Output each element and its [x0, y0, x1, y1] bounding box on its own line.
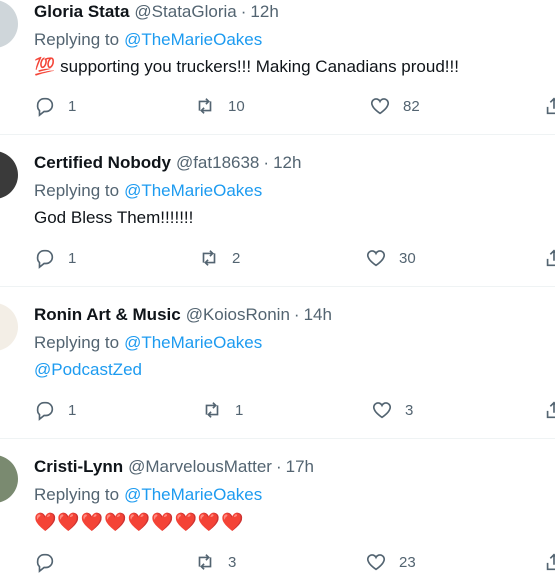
separator: · — [263, 153, 270, 172]
tweet-body: God Bless Them!!!!!!! — [34, 208, 194, 227]
retweet-count: 10 — [228, 97, 245, 115]
tweet[interactable]: Certified Nobody @fat18638 · 12h Replyin… — [0, 135, 555, 287]
avatar[interactable] — [0, 303, 18, 351]
tweet-header: Cristi-Lynn @MarvelousMatter · 17h — [34, 455, 555, 479]
reply-button[interactable]: 1 — [34, 95, 76, 117]
action-bar: 1 2 30 — [34, 247, 555, 271]
retweet-icon — [198, 554, 212, 570]
author-handle[interactable]: @MarvelousMatter — [128, 457, 272, 477]
share-icon[interactable] — [543, 551, 555, 573]
separator: · — [275, 457, 282, 476]
reply-icon — [36, 553, 54, 573]
author-name[interactable]: Cristi-Lynn — [34, 457, 123, 477]
tweet-text: @PodcastZed — [34, 358, 555, 382]
tweet-header: Certified Nobody @fat18638 · 12h — [34, 151, 555, 175]
avatar[interactable] — [0, 151, 18, 199]
tweet-text: ❤️❤️❤️❤️❤️❤️❤️❤️❤️ — [34, 510, 555, 534]
tweet[interactable]: Cristi-Lynn @MarvelousMatter · 17h Reply… — [0, 439, 555, 580]
retweet-button[interactable]: 2 — [198, 247, 240, 269]
replying-mention[interactable]: @TheMarieOakes — [124, 485, 262, 505]
action-bar: 3 23 — [34, 551, 555, 575]
avatar[interactable] — [0, 0, 18, 48]
reply-icon — [36, 401, 54, 421]
tweet[interactable]: Gloria Stata @StataGloria · 12h Replying… — [0, 0, 555, 135]
author-handle[interactable]: @StataGloria — [134, 2, 236, 22]
like-count: 23 — [399, 553, 416, 571]
retweet-count: 1 — [235, 401, 244, 419]
separator: · — [240, 2, 247, 21]
like-count: 30 — [399, 249, 416, 267]
timestamp[interactable]: 12h — [250, 2, 278, 22]
replying-label: Replying to — [34, 485, 120, 504]
tweet-mention[interactable]: @PodcastZed — [34, 360, 142, 380]
author-name[interactable]: Ronin Art & Music — [34, 305, 181, 325]
reply-count: 1 — [68, 97, 77, 115]
like-button[interactable]: 23 — [365, 551, 416, 573]
like-button[interactable]: 30 — [365, 247, 416, 269]
author-handle[interactable]: @KoiosRonin — [186, 305, 290, 325]
heart-icon — [366, 554, 386, 571]
timestamp[interactable]: 17h — [286, 457, 314, 477]
heart-icon — [370, 98, 390, 115]
replying-mention[interactable]: @TheMarieOakes — [124, 181, 262, 201]
author-name[interactable]: Certified Nobody — [34, 153, 171, 173]
like-button[interactable]: 82 — [369, 95, 420, 117]
replying-mention[interactable]: @TheMarieOakes — [124, 333, 262, 353]
reply-button[interactable] — [34, 551, 68, 573]
reply-icon — [36, 249, 54, 269]
share-icon[interactable] — [543, 95, 555, 117]
replying-to: Replying to @TheMarieOakes — [34, 179, 555, 203]
replying-label: Replying to — [34, 181, 120, 200]
reply-count: 1 — [68, 249, 77, 267]
timestamp[interactable]: 14h — [304, 305, 332, 325]
share-icon[interactable] — [543, 247, 555, 269]
reply-icon — [36, 97, 54, 117]
action-bar: 1 10 82 — [34, 95, 555, 119]
heart-icon — [372, 402, 392, 419]
retweet-button[interactable]: 10 — [194, 95, 245, 117]
hearts-emoji: ❤️❤️❤️❤️❤️❤️❤️❤️❤️ — [34, 511, 245, 532]
separator: · — [293, 305, 300, 324]
retweet-icon — [202, 250, 216, 266]
retweet-count: 3 — [228, 553, 237, 571]
tweet-header: Gloria Stata @StataGloria · 12h — [34, 0, 555, 24]
replying-to: Replying to @TheMarieOakes — [34, 331, 555, 355]
replying-to: Replying to @TheMarieOakes — [34, 28, 555, 52]
share-icon[interactable] — [543, 399, 555, 421]
hundred-emoji: 💯 — [34, 57, 56, 76]
retweet-icon — [205, 402, 219, 418]
reply-button[interactable]: 1 — [34, 399, 76, 421]
author-handle[interactable]: @fat18638 — [176, 153, 259, 173]
like-button[interactable]: 3 — [371, 399, 413, 421]
tweet-text: God Bless Them!!!!!!! — [34, 206, 555, 230]
replying-label: Replying to — [34, 333, 120, 352]
tweet[interactable]: Ronin Art & Music @KoiosRonin · 14h Repl… — [0, 287, 555, 439]
replying-to: Replying to @TheMarieOakes — [34, 483, 555, 507]
replying-mention[interactable]: @TheMarieOakes — [124, 30, 262, 50]
avatar[interactable] — [0, 455, 18, 503]
replying-label: Replying to — [34, 30, 120, 49]
tweet-body: supporting you truckers!!! Making Canadi… — [60, 57, 459, 76]
author-name[interactable]: Gloria Stata — [34, 2, 129, 22]
reply-count: 1 — [68, 401, 77, 419]
retweet-button[interactable]: 1 — [201, 399, 243, 421]
tweet-header: Ronin Art & Music @KoiosRonin · 14h — [34, 303, 555, 327]
tweet-text: 💯 supporting you truckers!!! Making Cana… — [34, 55, 555, 79]
heart-icon — [366, 250, 386, 267]
retweet-button[interactable]: 3 — [194, 551, 236, 573]
like-count: 82 — [403, 97, 420, 115]
retweet-count: 2 — [232, 249, 241, 267]
retweet-icon — [198, 98, 212, 114]
reply-button[interactable]: 1 — [34, 247, 76, 269]
action-bar: 1 1 3 — [34, 399, 555, 423]
timestamp[interactable]: 12h — [273, 153, 301, 173]
like-count: 3 — [405, 401, 414, 419]
